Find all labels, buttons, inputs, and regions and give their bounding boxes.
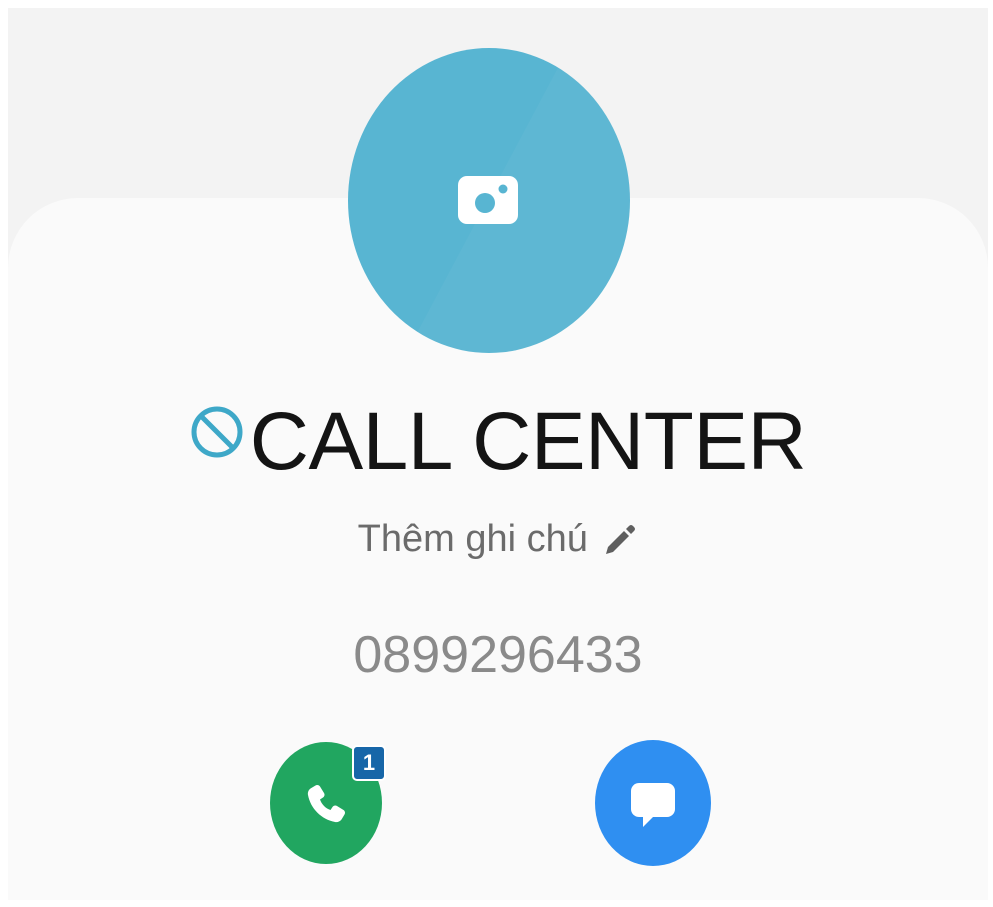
- message-button[interactable]: [595, 740, 711, 866]
- blocked-icon: [191, 406, 243, 458]
- add-note-label: Thêm ghi chú: [357, 518, 588, 560]
- contact-title-row: CALL CENTER: [8, 392, 988, 492]
- add-note-button[interactable]: Thêm ghi chú: [8, 513, 988, 565]
- call-count-badge: 1: [352, 745, 386, 781]
- phone-number[interactable]: 0899296433: [8, 620, 988, 690]
- contact-screen: CALL CENTER Thêm ghi chú 0899296433 1: [8, 8, 988, 900]
- contact-avatar[interactable]: [348, 48, 630, 353]
- message-icon: [631, 783, 675, 827]
- contact-name: CALL CENTER: [249, 396, 807, 487]
- pencil-icon: [606, 525, 636, 554]
- camera-icon: [458, 176, 518, 224]
- phone-icon: [307, 784, 346, 823]
